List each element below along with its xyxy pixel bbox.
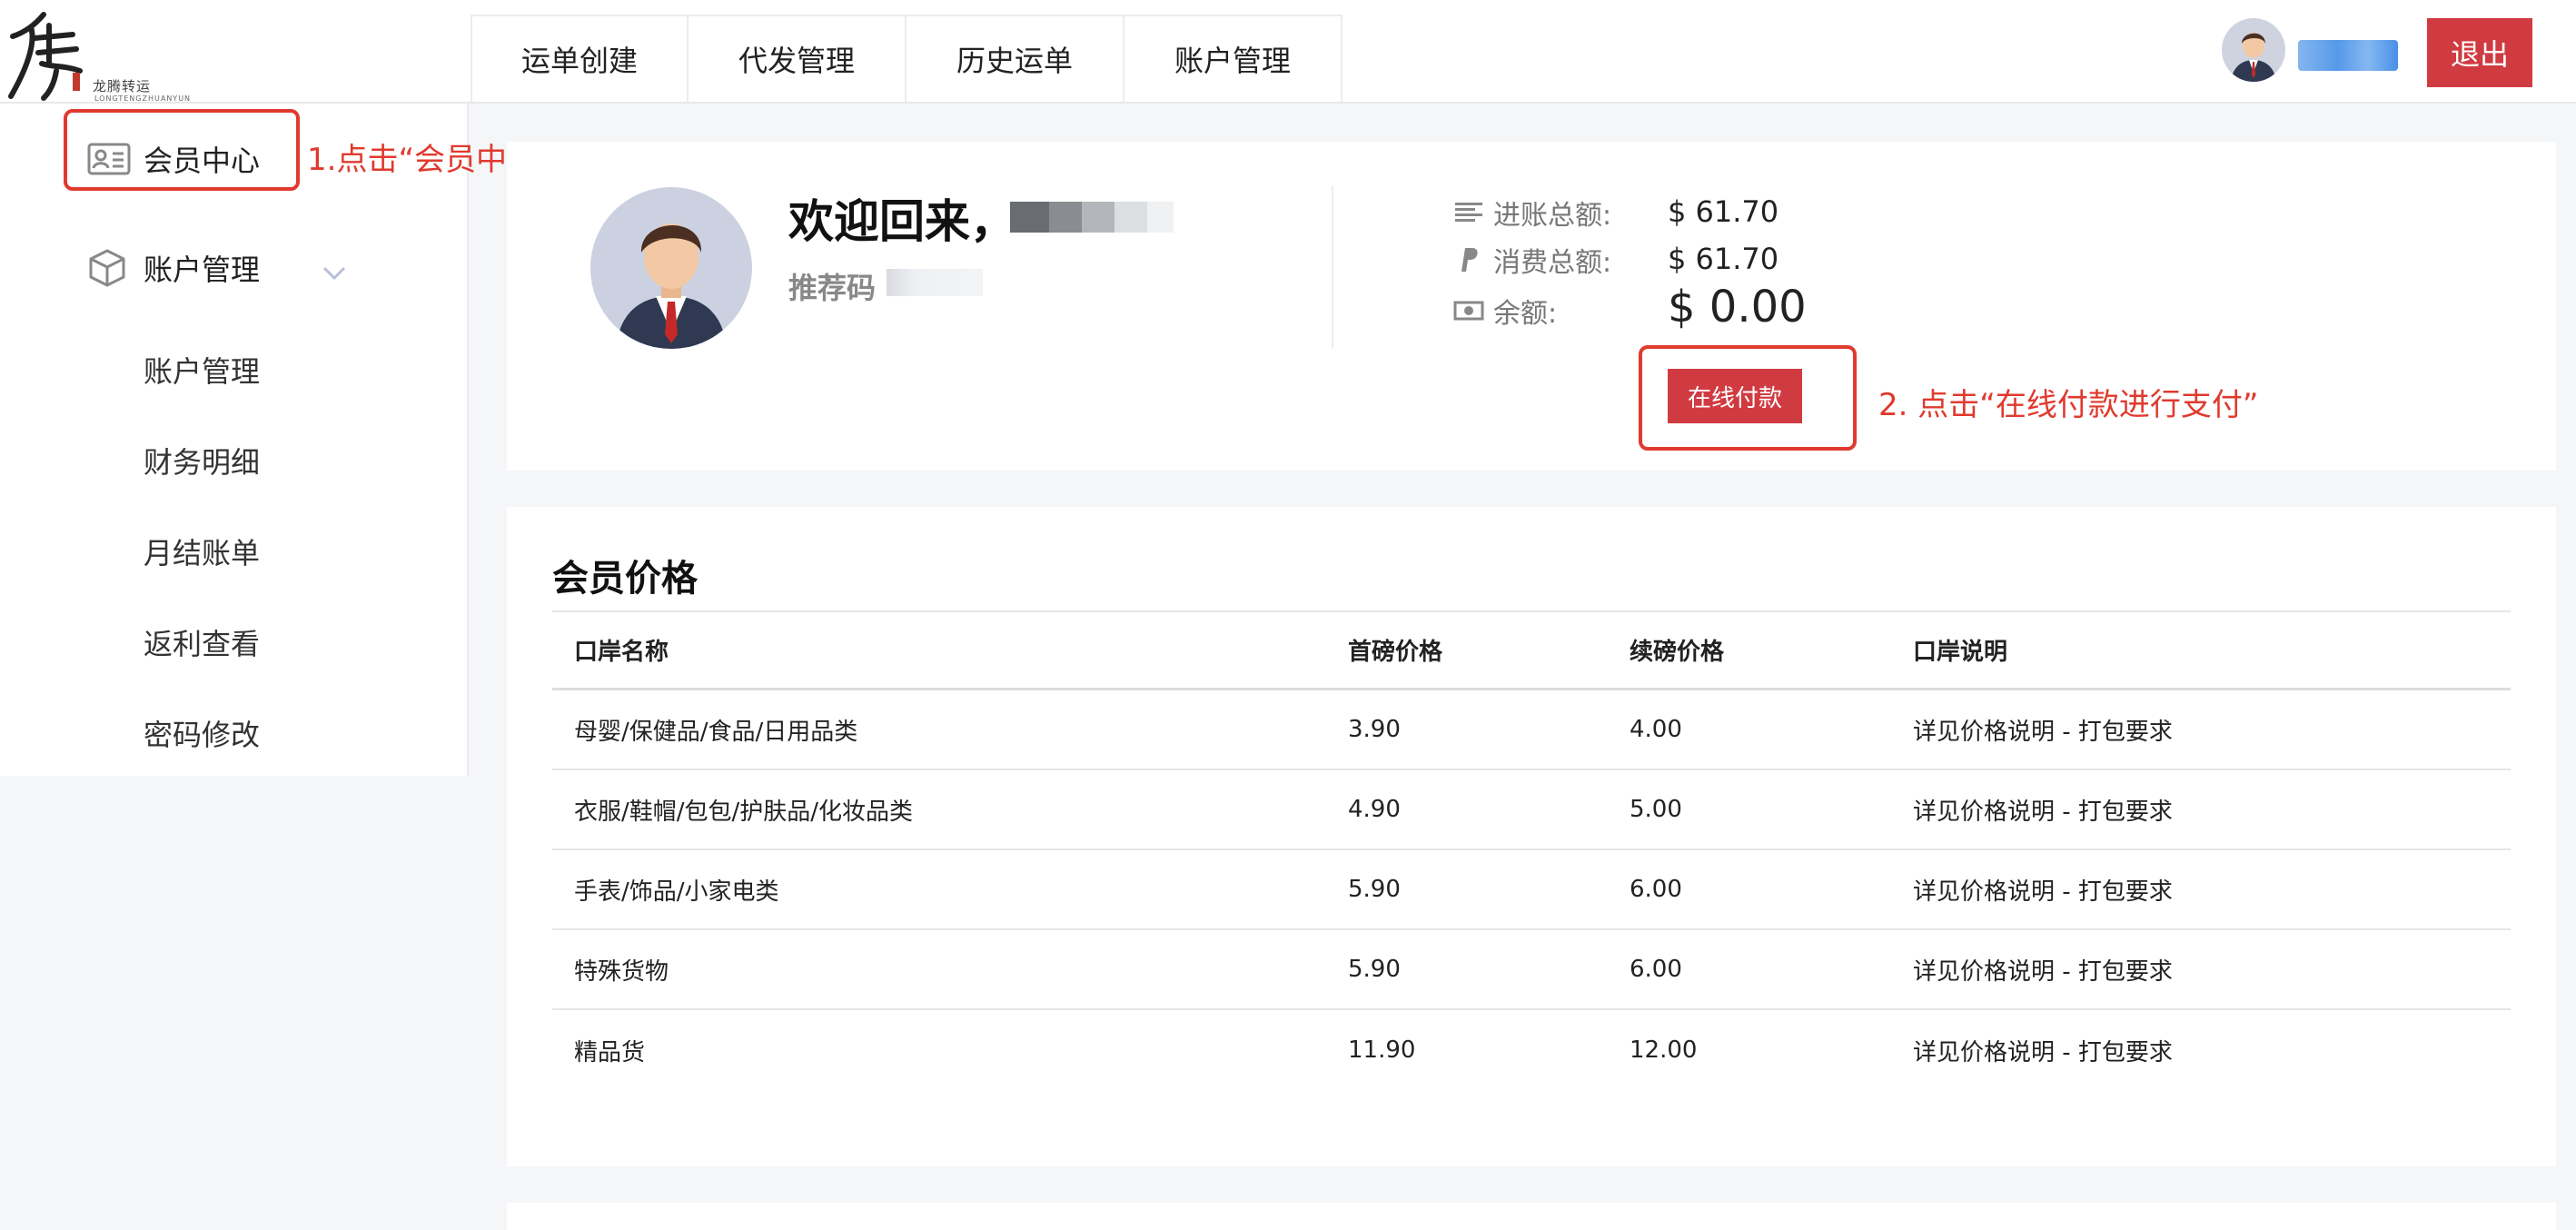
- table-cell: 详见价格说明 - 打包要求: [1913, 718, 2173, 746]
- column-header: 口岸名称: [574, 639, 669, 666]
- table-cell: 6.00: [1630, 956, 1682, 983]
- table-header: 口岸名称 首磅价格 续磅价格 口岸说明: [552, 610, 2511, 690]
- chevron-down-icon: [322, 266, 346, 281]
- sidebar-item-rebate-view[interactable]: 返利查看: [144, 621, 260, 663]
- stat-total-spending: 消费总额:: [1453, 240, 1611, 280]
- tab-create-waybill[interactable]: 运单创建: [471, 15, 689, 102]
- sidebar: 会员中心 账户管理 账户管理 财务明细 月结账单 返利查看 密码修改: [0, 104, 469, 776]
- list-lines-icon: [1453, 199, 1484, 226]
- referral-code-redacted: [887, 269, 983, 296]
- sidebar-item-financial-details[interactable]: 财务明细: [144, 440, 260, 481]
- stat-label: 消费总额:: [1493, 247, 1612, 279]
- profile-avatar: [590, 187, 752, 349]
- stat-balance: 余额:: [1453, 291, 1557, 331]
- table-cell: 详见价格说明 - 打包要求: [1913, 957, 2173, 986]
- table-cell: 4.00: [1630, 716, 1682, 743]
- stat-total-income-value: $ 61.70: [1668, 194, 1779, 229]
- logo-chinese-text: 龙腾转运: [93, 78, 152, 94]
- table-cell: 5.90: [1348, 876, 1401, 903]
- pricing-table: 口岸名称 首磅价格 续磅价格 口岸说明 母婴/保健品/食品/日用品类 3.90 …: [552, 610, 2511, 1090]
- annotation-highlight-payment: [1639, 345, 1857, 451]
- table-cell: 手表/饰品/小家电类: [574, 878, 779, 906]
- table-cell: 精品货: [574, 1038, 646, 1066]
- sidebar-item-password-change[interactable]: 密码修改: [144, 712, 260, 754]
- table-row: 手表/饰品/小家电类 5.90 6.00 详见价格说明 - 打包要求: [552, 850, 2511, 930]
- table-row: 精品货 11.90 12.00 详见价格说明 - 打包要求: [552, 1010, 2511, 1090]
- table-row: 衣服/鞋帽/包包/护肤品/化妆品类 4.90 5.00 详见价格说明 - 打包要…: [552, 770, 2511, 850]
- table-cell: 5.00: [1630, 796, 1682, 823]
- stat-total-income: 进账总额:: [1453, 193, 1611, 233]
- table-cell: 4.90: [1348, 796, 1401, 823]
- table-cell: 衣服/鞋帽/包包/护肤品/化妆品类: [574, 798, 914, 826]
- table-cell: 母婴/保健品/食品/日用品类: [574, 718, 858, 746]
- stat-label: 余额:: [1493, 298, 1558, 330]
- logout-button[interactable]: 退出: [2427, 18, 2532, 87]
- column-header: 口岸说明: [1913, 639, 2008, 666]
- package-box-icon: [89, 249, 125, 287]
- tab-dropship-management[interactable]: 代发管理: [689, 15, 907, 102]
- logo-pinyin-text: LONGTENGZHUANYUN: [94, 94, 192, 103]
- logo[interactable]: 龙腾转运 LONGTENGZHUANYUN: [7, 7, 190, 103]
- person-icon: [616, 223, 727, 349]
- sidebar-group-account[interactable]: 账户管理: [87, 247, 360, 289]
- table-cell: 11.90: [1348, 1037, 1416, 1064]
- referral-code-label: 推荐码: [788, 271, 877, 305]
- username-redacted: [2298, 40, 2398, 71]
- username-redacted: [1010, 202, 1174, 233]
- table-cell: 特殊货物: [574, 957, 669, 986]
- column-header: 首磅价格: [1348, 639, 1443, 666]
- cash-icon: [1453, 297, 1484, 324]
- sidebar-item-monthly-bill[interactable]: 月结账单: [144, 531, 260, 572]
- user-avatar[interactable]: [2222, 18, 2285, 82]
- table-cell: 详见价格说明 - 打包要求: [1913, 878, 2173, 906]
- table-cell: 3.90: [1348, 716, 1401, 743]
- top-header: 龙腾转运 LONGTENGZHUANYUN 运单创建 代发管理 历史运单 账户管…: [0, 0, 2576, 104]
- table-cell: 详见价格说明 - 打包要求: [1913, 798, 2173, 826]
- table-cell: 6.00: [1630, 876, 1682, 903]
- sidebar-item-label: 账户管理: [144, 253, 261, 287]
- table-cell: 12.00: [1630, 1037, 1698, 1064]
- column-header: 续磅价格: [1630, 639, 1725, 666]
- table-cell: 5.90: [1348, 956, 1401, 983]
- sidebar-item-account-management[interactable]: 账户管理: [144, 349, 260, 391]
- logo-calligraphy-icon: [8, 12, 83, 101]
- stat-balance-value: $ 0.00: [1668, 282, 1807, 332]
- stat-total-spending-value: $ 61.70: [1668, 242, 1779, 276]
- person-icon: [2231, 33, 2276, 82]
- table-row: 母婴/保健品/食品/日用品类 3.90 4.00 详见价格说明 - 打包要求: [552, 690, 2511, 770]
- paypal-icon: [1453, 246, 1484, 273]
- top-nav: 运单创建 代发管理 历史运单 账户管理: [471, 15, 1342, 102]
- next-card: [507, 1203, 2556, 1230]
- table-row: 特殊货物 5.90 6.00 详见价格说明 - 打包要求: [552, 930, 2511, 1010]
- stat-label: 进账总额:: [1493, 200, 1612, 232]
- divider: [1332, 185, 1333, 349]
- annotation-step2: 2. 点击“在线付款进行支付”: [1878, 387, 2259, 423]
- table-cell: 详见价格说明 - 打包要求: [1913, 1038, 2173, 1066]
- welcome-text: 欢迎回来，: [788, 195, 1016, 248]
- pricing-title: 会员价格: [552, 558, 698, 600]
- annotation-highlight-member-center: [64, 109, 300, 191]
- tab-account-management[interactable]: 账户管理: [1125, 15, 1342, 102]
- tab-history-waybill[interactable]: 历史运单: [907, 15, 1125, 102]
